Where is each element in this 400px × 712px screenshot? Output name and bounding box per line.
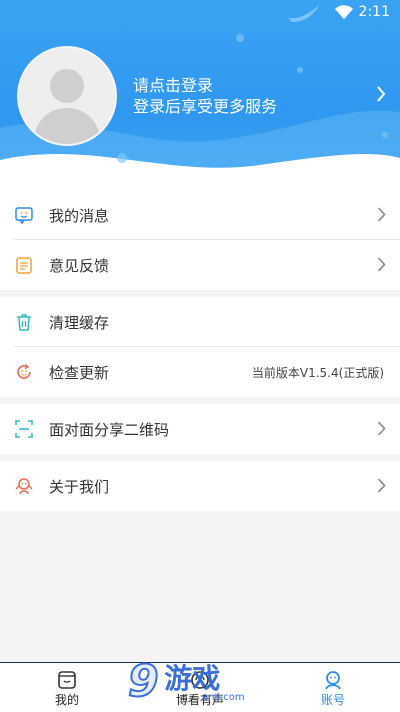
menu-group-messages: 我的消息 意见反馈	[0, 190, 400, 290]
menu-group-maintenance: 清理缓存 检查更新 当前版本V1.5.4(正式版)	[0, 297, 400, 397]
trash-icon	[17, 314, 31, 331]
menu-group-about: 关于我们	[0, 461, 400, 511]
status-bar: 2:11	[334, 4, 390, 20]
login-area[interactable]: 请点击登录 登录后享受更多服务	[133, 75, 277, 117]
default-avatar-icon	[33, 69, 101, 144]
menu-label: 意见反馈	[49, 256, 110, 275]
about-us-icon	[15, 478, 33, 495]
watermark-text: 游戏	[164, 662, 221, 695]
menu-item-clear-cache[interactable]: 清理缓存	[0, 297, 400, 347]
login-prompt[interactable]: 请点击登录	[133, 75, 277, 96]
menu-item-feedback[interactable]: 意见反馈	[0, 240, 400, 290]
watermark-logo: 9 游戏 anji.com	[127, 656, 245, 707]
menu-item-share-qr[interactable]: 面对面分享二维码	[0, 404, 400, 454]
user-icon	[325, 671, 341, 690]
chevron-right-icon	[377, 478, 386, 493]
avatar[interactable]	[17, 46, 117, 146]
profile-header: 2:11 请点击登录 登录后享受更多服务	[0, 0, 400, 192]
chevron-right-icon	[377, 421, 386, 436]
tab-account[interactable]: 账号	[293, 663, 373, 712]
login-hint: 登录后享受更多服务	[133, 97, 278, 116]
watermark-logo-mark: 9	[127, 656, 160, 707]
book-icon	[58, 671, 76, 689]
menu-item-about[interactable]: 关于我们	[0, 461, 400, 511]
update-icon	[17, 363, 31, 379]
chevron-right-icon	[377, 207, 386, 222]
feedback-icon	[16, 257, 32, 274]
message-icon	[15, 207, 33, 225]
watermark-url: anji.com	[202, 692, 245, 703]
menu-label: 关于我们	[49, 477, 110, 496]
menu-item-check-update[interactable]: 检查更新 当前版本V1.5.4(正式版)	[0, 347, 400, 397]
chevron-right-icon[interactable]	[376, 86, 386, 102]
version-text: 当前版本V1.5.4(正式版)	[251, 365, 384, 380]
menu-group-share: 面对面分享二维码	[0, 404, 400, 454]
menu-label: 清理缓存	[49, 313, 110, 332]
wifi-icon	[334, 5, 353, 19]
tab-my-books[interactable]: 我的	[27, 663, 107, 712]
tab-label: 我的	[54, 693, 79, 707]
menu-label: 面对面分享二维码	[49, 420, 170, 439]
status-time: 2:11	[358, 4, 390, 20]
chevron-right-icon	[377, 257, 386, 272]
menu-label: 检查更新	[49, 363, 110, 382]
menu-item-messages[interactable]: 我的消息	[0, 190, 400, 240]
qr-scan-icon	[15, 420, 33, 438]
menu-label: 我的消息	[49, 206, 110, 225]
tab-label: 账号	[320, 693, 345, 707]
